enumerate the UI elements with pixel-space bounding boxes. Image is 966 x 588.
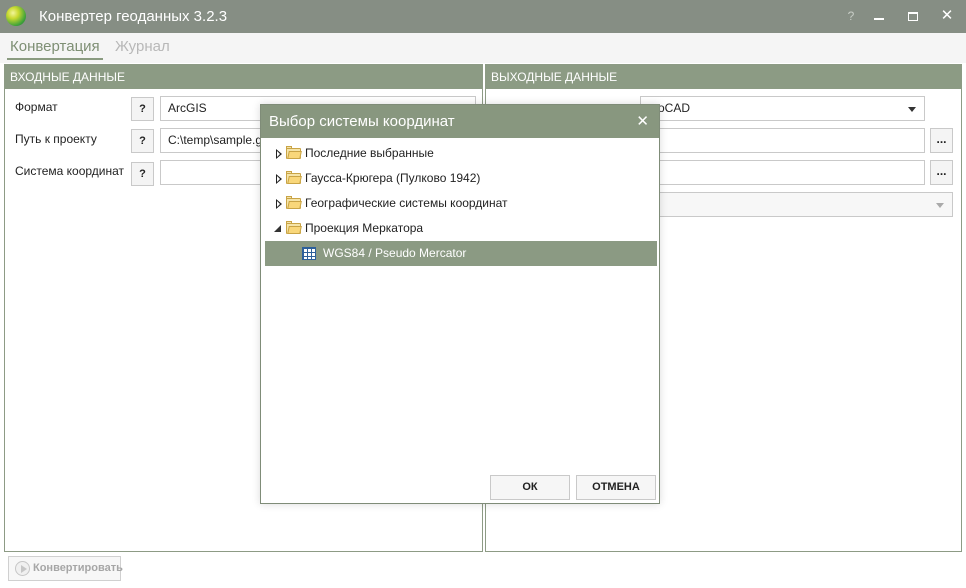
- play-icon: [15, 561, 30, 576]
- folder-icon: [286, 146, 302, 159]
- title-bar: Конвертер геоданных 3.2.3 ? ✕: [0, 0, 966, 33]
- tree-item-label: Последние выбранные: [305, 146, 434, 160]
- coord-system-help-button[interactable]: ?: [131, 162, 154, 186]
- tab-bar: Конвертация Журнал: [0, 33, 966, 63]
- ok-button[interactable]: ОК: [490, 475, 570, 500]
- open-folder-icon: [286, 221, 302, 234]
- expand-arrow-icon[interactable]: [276, 149, 282, 159]
- folder-icon: [286, 171, 302, 184]
- minimize-button[interactable]: [866, 4, 892, 28]
- convert-button-label: Конвертировать: [33, 562, 123, 574]
- output-path-browse-button[interactable]: ...: [930, 128, 953, 153]
- output-coord-system-field[interactable]: [640, 160, 925, 185]
- convert-button[interactable]: Конвертировать: [8, 556, 123, 581]
- tab-log[interactable]: Журнал: [115, 38, 170, 55]
- dialog-close-button[interactable]: ✕: [636, 105, 649, 138]
- cancel-button[interactable]: ОТМЕНА: [576, 475, 656, 500]
- tree-item-gauss-kruger[interactable]: Гаусса-Крюгера (Пулково 1942): [265, 166, 657, 191]
- format-help-button[interactable]: ?: [131, 97, 154, 121]
- close-button[interactable]: ✕: [934, 4, 960, 28]
- tree-item-label: WGS84 / Pseudo Mercator: [323, 246, 467, 260]
- coord-system-label: Система координат: [15, 164, 125, 178]
- tree-item-geographic[interactable]: Географические системы координат: [265, 191, 657, 216]
- format-label: Формат: [15, 100, 58, 114]
- tree-item-label: Географические системы координат: [305, 196, 508, 210]
- coord-system-tree: Последние выбранные Гаусса-Крюгера (Пулк…: [265, 141, 657, 266]
- project-path-help-button[interactable]: ?: [131, 129, 154, 153]
- output-path-field[interactable]: [640, 128, 925, 153]
- output-coord-system-browse-button[interactable]: ...: [930, 160, 953, 185]
- tree-item-mercator[interactable]: Проекция Меркатора: [265, 216, 657, 241]
- expand-arrow-icon[interactable]: [276, 174, 282, 184]
- window-title: Конвертер геоданных 3.2.3: [39, 8, 228, 25]
- tree-item-wgs84-pseudo-mercator[interactable]: WGS84 / Pseudo Mercator: [265, 241, 657, 266]
- tree-item-label: Проекция Меркатора: [305, 221, 424, 235]
- tree-item-recent[interactable]: Последние выбранные: [265, 141, 657, 166]
- tree-item-label: Гаусса-Крюгера (Пулково 1942): [305, 171, 481, 185]
- help-button[interactable]: ?: [838, 4, 864, 28]
- chevron-down-icon: [936, 203, 944, 208]
- maximize-button[interactable]: [900, 4, 926, 28]
- project-path-label: Путь к проекту: [15, 132, 97, 146]
- maximize-icon: [908, 12, 918, 22]
- expand-arrow-icon[interactable]: [276, 199, 282, 209]
- output-panel-header: ВЫХОДНЫЕ ДАННЫЕ: [486, 65, 961, 89]
- dialog-title-bar: Выбор системы координат ✕: [261, 105, 659, 138]
- input-panel-header: ВХОДНЫЕ ДАННЫЕ: [5, 65, 482, 89]
- folder-icon: [286, 196, 302, 209]
- output-extra-dropdown[interactable]: 0: [640, 192, 953, 217]
- coord-system-dialog: Выбор системы координат ✕ Последние выбр…: [260, 104, 660, 504]
- minimize-icon: [874, 17, 884, 20]
- coordinate-grid-icon: [302, 247, 316, 260]
- chevron-down-icon: [908, 107, 916, 112]
- tab-conversion[interactable]: Конвертация: [7, 38, 103, 60]
- app-logo-icon: [6, 6, 26, 26]
- output-format-dropdown[interactable]: utoCAD: [640, 96, 925, 121]
- dialog-title: Выбор системы координат: [269, 113, 455, 130]
- collapse-arrow-icon[interactable]: [274, 225, 281, 232]
